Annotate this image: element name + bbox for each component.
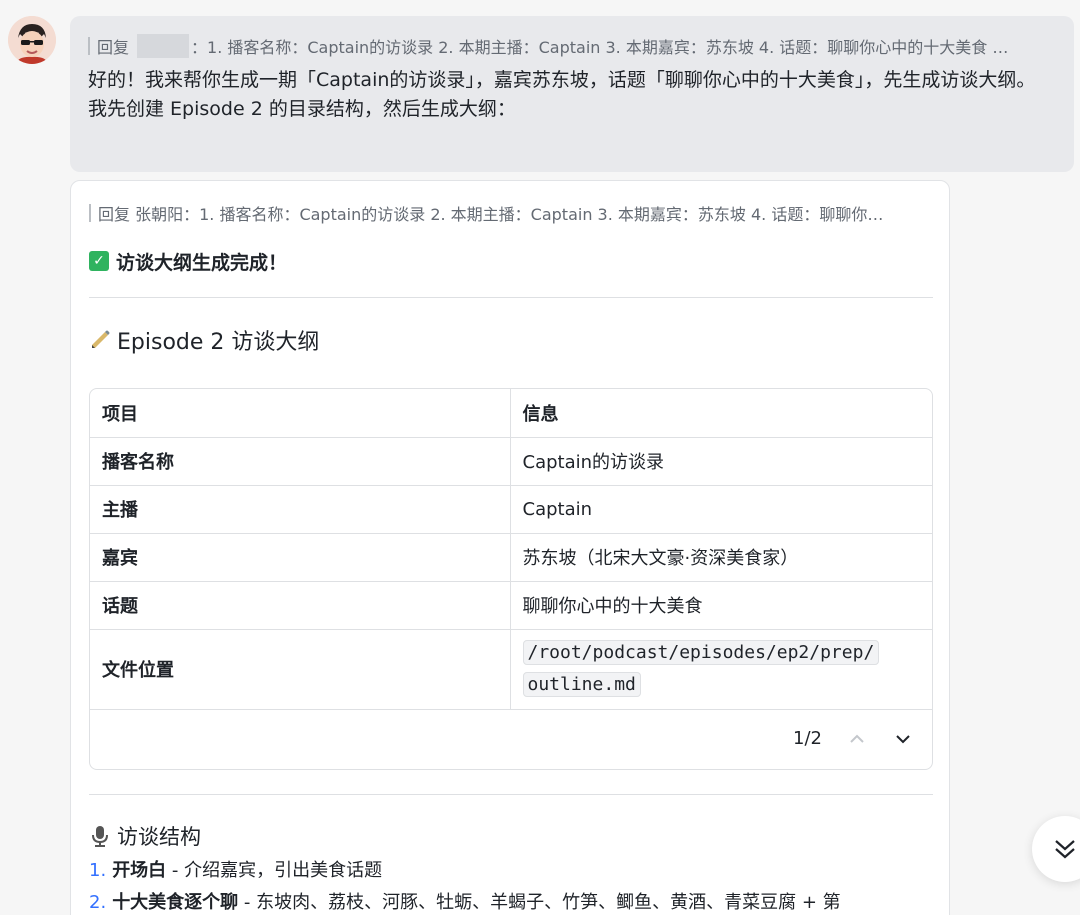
list-item: 2. 十大美食逐个聊 - 东坡肉、荔枝、河豚、牡蛎、羊蝎子、竹笋、鲫鱼、黄酒、青菜… xyxy=(89,887,931,915)
divider xyxy=(89,794,933,795)
check-mark-icon: ✓ xyxy=(89,251,109,271)
table-row: 话题 聊聊你心中的十大美食 xyxy=(90,581,932,630)
table-row: 播客名称 Captain的访谈录 xyxy=(90,437,932,486)
message-line-2: 我先创建 Episode 2 的目录结构，然后生成大纲： xyxy=(88,98,516,120)
table-cell-value: Captain xyxy=(510,485,932,534)
table-cell-key: 播客名称 xyxy=(90,437,511,486)
divider xyxy=(89,297,933,298)
done-status: ✓ 访谈大纲生成完成！ xyxy=(89,247,931,275)
list-title: 开场白 xyxy=(112,860,167,881)
pen-icon xyxy=(92,330,110,348)
message-body: 好的！我来帮你生成一期「Captain的访谈录」，嘉宾苏东坡，话题「聊聊你心中的… xyxy=(88,66,1056,124)
structure-title: 访谈结构 xyxy=(117,825,201,849)
structure-heading: 访谈结构 xyxy=(89,821,931,851)
table-pager: 1/2 xyxy=(90,710,932,768)
avatar[interactable] xyxy=(8,16,56,64)
microphone-icon xyxy=(92,826,108,847)
table-cell-key: 主播 xyxy=(90,485,511,534)
table-row: 文件位置 /root/podcast/episodes/ep2/prep/ ou… xyxy=(90,629,932,710)
done-text: 访谈大纲生成完成！ xyxy=(116,251,288,274)
outline-card: 回复 张朝阳：1. 播客名称：Captain的访谈录 2. 本期主播：Capta… xyxy=(70,180,950,915)
list-desc: - 东坡肉、荔枝、河豚、牡蛎、羊蝎子、竹笋、鲫鱼、黄酒、青菜豆腐 + 第 xyxy=(238,892,841,913)
structure-list: 1. 开场白 - 介绍嘉宾，引出美食话题 2. 十大美食逐个聊 - 东坡肉、荔枝、河… xyxy=(89,855,931,915)
message-line-1: 好的！我来帮你生成一期「Captain的访谈录」，嘉宾苏东坡，话题「聊聊你心中的… xyxy=(88,69,1036,91)
table-cell-value: 苏东坡（北宋大文豪·资深美食家） xyxy=(510,533,932,582)
quote-bar xyxy=(89,204,91,222)
table-cell-key: 话题 xyxy=(90,581,511,630)
pager-count: 1/2 xyxy=(793,728,822,749)
assistant-message-bubble: 回复 ：1. 播客名称：Captain的访谈录 2. 本期主播：Captain … xyxy=(70,16,1074,172)
quote-bar xyxy=(88,37,90,55)
list-number: 2. xyxy=(89,892,107,913)
list-item: 1. 开场白 - 介绍嘉宾，引出美食话题 xyxy=(89,855,931,887)
table-cell-value: 聊聊你心中的十大美食 xyxy=(510,581,932,630)
redacted-name xyxy=(137,34,190,58)
reply-quote[interactable]: 回复 ：1. 播客名称：Captain的访谈录 2. 本期主播：Captain … xyxy=(88,34,1056,58)
list-title: 十大美食逐个聊 xyxy=(112,892,239,913)
double-chevron-down-icon xyxy=(1055,840,1075,859)
outline-title: Episode 2 访谈大纲 xyxy=(117,330,320,355)
card-reply-quote[interactable]: 回复 张朝阳：1. 播客名称：Captain的访谈录 2. 本期主播：Capta… xyxy=(89,201,939,225)
table-cell-value: Captain的访谈录 xyxy=(510,437,932,486)
chevron-up-icon[interactable] xyxy=(846,728,868,750)
table-row: 嘉宾 苏东坡（北宋大文豪·资深美食家） xyxy=(90,533,932,582)
table-cell-key: 文件位置 xyxy=(90,629,511,710)
chevron-down-icon[interactable] xyxy=(892,728,914,750)
list-desc: - 介绍嘉宾，引出美食话题 xyxy=(166,860,383,881)
outline-heading: Episode 2 访谈大纲 xyxy=(89,324,931,356)
reply-quote-text: ：1. 播客名称：Captain的访谈录 2. 本期主播：Captain 3. … xyxy=(191,38,1009,57)
table-header-cell: 项目 xyxy=(90,389,511,438)
table-row: 主播 Captain xyxy=(90,485,932,534)
scroll-to-bottom-button[interactable] xyxy=(1032,816,1080,882)
card-reply-text: 回复 张朝阳：1. 播客名称：Captain的访谈录 2. 本期主播：Capta… xyxy=(98,205,884,224)
info-table: 项目 信息 播客名称 Captain的访谈录 主播 Captain 嘉宾 苏东坡… xyxy=(89,388,933,770)
chat-page: 回复 ：1. 播客名称：Captain的访谈录 2. 本期主播：Captain … xyxy=(0,0,1080,915)
avatar-icon xyxy=(8,16,56,64)
file-path-cell: /root/podcast/episodes/ep2/prep/ outline… xyxy=(510,629,932,710)
reply-prefix: 回复 xyxy=(97,38,130,57)
file-path-part-2[interactable]: outline.md xyxy=(522,672,641,697)
list-number: 1. xyxy=(89,860,107,881)
table-cell-key: 嘉宾 xyxy=(90,533,511,582)
table-header-cell: 信息 xyxy=(510,389,932,438)
table-header-row: 项目 信息 xyxy=(90,389,932,438)
file-path-part-1[interactable]: /root/podcast/episodes/ep2/prep/ xyxy=(522,640,880,665)
